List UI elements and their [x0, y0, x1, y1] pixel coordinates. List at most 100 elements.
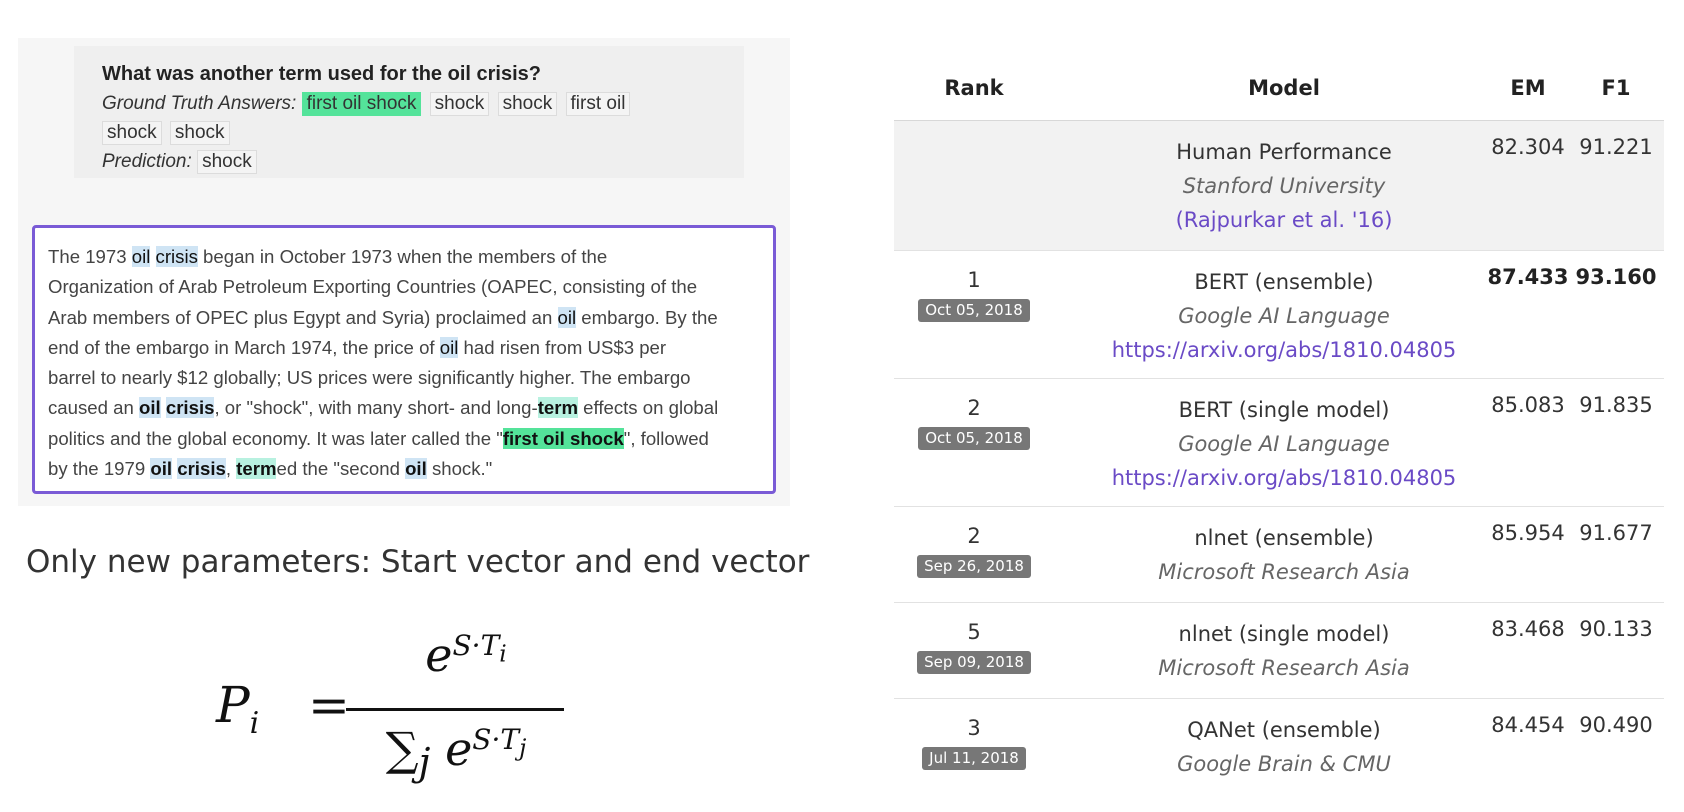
softmax-formula: Pi = eS·Ti ∑j eS·Tj — [216, 628, 576, 798]
attention-word: oil — [138, 397, 161, 419]
table-row: 5 Sep 09, 2018 nlnet (single model) Micr… — [894, 603, 1664, 699]
rank-cell: 2 Oct 05, 2018 — [894, 393, 1054, 450]
model-name: QANet (ensemble) — [1187, 718, 1381, 742]
answer-chip: shock — [497, 92, 558, 116]
answer-chip: shock — [169, 121, 230, 145]
attention-word: crisis — [155, 246, 198, 267]
model-name: BERT (single model) — [1178, 398, 1390, 422]
model-cell: BERT (ensemble) Google AI Language https… — [1054, 265, 1514, 367]
rank-number: 2 — [967, 396, 981, 420]
answer-chip: shock — [429, 92, 490, 116]
attention-word: oil — [439, 336, 459, 358]
ground-truth-line-2: shock shock — [102, 118, 744, 147]
model-org: Google AI Language — [1178, 432, 1390, 456]
date-badge: Jul 11, 2018 — [922, 747, 1026, 770]
f1-score: 93.160 — [1575, 265, 1657, 289]
formula-symbol: P — [216, 676, 250, 734]
model-cell: Human Performance Stanford University (R… — [1054, 135, 1514, 237]
question-answer-box: What was another term used for the oil c… — [74, 46, 744, 178]
attention-word: oil — [557, 306, 577, 328]
context-text: ", followed — [623, 427, 709, 449]
f1-score: 90.490 — [1579, 713, 1653, 737]
context-line: by the 1979 oil crisis, termed the "seco… — [48, 454, 759, 484]
answer-chip: shock — [102, 121, 162, 145]
context-line: politics and the global economy. It was … — [48, 424, 759, 454]
model-org: Microsoft Research Asia — [1158, 656, 1410, 680]
prediction-label: Prediction: — [102, 151, 192, 172]
attention-word: term — [537, 397, 578, 419]
formula-subscript: j — [519, 733, 527, 762]
attention-word: oil — [405, 458, 427, 480]
rank-number: 1 — [967, 268, 981, 292]
context-passage: The 1973 oil crisis began in October 197… — [32, 225, 776, 494]
date-badge: Oct 05, 2018 — [918, 299, 1030, 322]
attention-word: oil — [150, 458, 173, 480]
date-badge: Oct 05, 2018 — [918, 427, 1030, 450]
model-cell: QANet (ensemble) Google Brain & CMU — [1054, 713, 1514, 781]
attention-word: term — [236, 458, 277, 480]
context-line: Arab members of OPEC plus Egypt and Syri… — [48, 303, 759, 333]
context-text: Arab members of OPEC plus Egypt and Syri… — [48, 306, 558, 328]
prediction-chip: shock — [197, 150, 257, 174]
context-text: end of the embargo in March 1974, the pr… — [48, 336, 440, 358]
model-org: Microsoft Research Asia — [1158, 560, 1410, 584]
question-text: What was another term used for the oil c… — [102, 63, 541, 85]
context-text: by the 1979 — [48, 458, 151, 480]
formula-subscript: j — [418, 740, 431, 786]
f1-score: 91.835 — [1579, 393, 1653, 417]
table-row: 2 Oct 05, 2018 BERT (single model) Googl… — [894, 379, 1664, 507]
model-org: Stanford University — [1182, 174, 1386, 198]
attention-word: oil — [131, 246, 151, 267]
context-text: politics and the global economy. It was … — [48, 427, 503, 449]
context-text: effects on global — [578, 397, 719, 419]
context-text: The 1973 — [48, 246, 132, 267]
formula-sum-symbol: ∑ — [385, 722, 419, 776]
rank-cell: 1 Oct 05, 2018 — [894, 265, 1054, 322]
rank-cell: 3 Jul 11, 2018 — [894, 713, 1054, 770]
context-text: began in October 1973 when the members o… — [197, 246, 608, 267]
header-f1: F1 — [1601, 76, 1631, 100]
context-text: shock." — [426, 458, 493, 480]
header-model: Model — [1248, 76, 1320, 100]
date-badge: Sep 26, 2018 — [917, 555, 1031, 578]
attention-word: crisis — [177, 458, 226, 480]
squad-leaderboard: Rank Model EM F1 Human Performance Stanf… — [894, 64, 1664, 794]
formula-symbol: e — [425, 628, 453, 682]
f1-score: 91.221 — [1579, 135, 1653, 159]
formula-exponent: S·T — [472, 722, 520, 756]
paper-link[interactable]: https://arxiv.org/abs/1810.04805 — [1054, 461, 1514, 495]
date-badge: Sep 09, 2018 — [917, 651, 1031, 674]
rank-cell: 2 Sep 26, 2018 — [894, 521, 1054, 578]
context-text: , or "shock", with many short- and long- — [214, 397, 538, 419]
paper-link[interactable]: https://arxiv.org/abs/1810.04805 — [1054, 333, 1514, 367]
table-row: 1 Oct 05, 2018 BERT (ensemble) Google AI… — [894, 251, 1664, 379]
rank-cell: 5 Sep 09, 2018 — [894, 617, 1054, 674]
model-org: Google Brain & CMU — [1177, 752, 1391, 776]
context-line: Organization of Arab Petroleum Exporting… — [48, 276, 698, 298]
model-name: nlnet (ensemble) — [1194, 526, 1374, 550]
formula-lhs: Pi — [216, 676, 259, 741]
formula-numerator: eS·Ti — [366, 628, 566, 682]
formula-symbol: e — [445, 722, 473, 776]
formula-subscript: i — [499, 639, 507, 668]
table-row: Human Performance Stanford University (R… — [894, 121, 1664, 251]
attention-word: crisis — [165, 397, 215, 419]
context-text: had risen from US$3 per — [458, 336, 667, 358]
leaderboard-header: Rank Model EM F1 — [894, 64, 1664, 121]
table-row: 2 Sep 26, 2018 nlnet (ensemble) Microsof… — [894, 507, 1664, 603]
ground-truth-line: Ground Truth Answers: first oil shock sh… — [102, 89, 744, 118]
caption-text: Only new parameters: Start vector and en… — [26, 544, 810, 580]
model-name: Human Performance — [1176, 140, 1392, 164]
rank-number: 3 — [967, 716, 981, 740]
model-cell: nlnet (single model) Microsoft Research … — [1054, 617, 1514, 685]
context-line: caused an oil crisis, or "shock", with m… — [48, 393, 759, 423]
answer-chip: first oil shock — [301, 92, 422, 116]
context-text: ed the "second — [276, 458, 406, 480]
context-text — [150, 246, 155, 267]
rank-number: 5 — [967, 620, 981, 644]
context-text: caused an — [48, 397, 139, 419]
model-reference-link[interactable]: (Rajpurkar et al. '16) — [1054, 203, 1514, 237]
formula-subscript: i — [249, 706, 260, 741]
context-text: embargo. By the — [576, 306, 718, 328]
model-cell: BERT (single model) Google AI Language h… — [1054, 393, 1514, 495]
